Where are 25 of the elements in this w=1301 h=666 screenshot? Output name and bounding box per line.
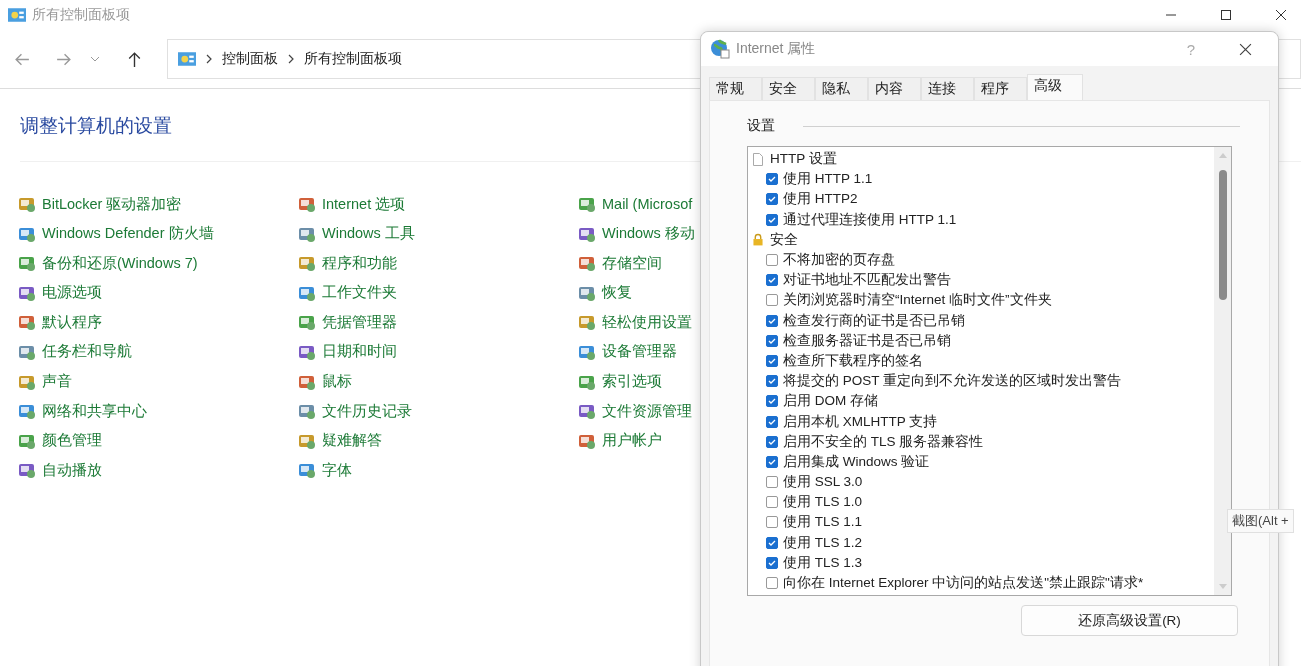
setting-label: 对证书地址不匹配发出警告 <box>783 271 951 290</box>
setting-label: 不将加密的页存盘 <box>783 251 895 270</box>
setting-label: 检查发行商的证书是否已吊销 <box>783 311 965 330</box>
setting-label: 使用 TLS 1.0 <box>783 493 863 512</box>
setting-label: 检查所下载程序的签名 <box>783 351 923 370</box>
setting-label: 启用 DOM 存储 <box>783 392 878 411</box>
setting-label: 检查服务器证书是否已吊销 <box>783 331 951 350</box>
setting-label: 将提交的 POST 重定向到不允许发送的区域时发出警告 <box>783 372 1121 391</box>
setting-label: 使用 TLS 1.1 <box>783 513 863 532</box>
setting-label: 启用本机 XMLHTTP 支持 <box>783 412 938 431</box>
setting-label: 启用不安全的 TLS 服务器兼容性 <box>783 432 984 451</box>
setting-label: 使用 SSL 3.0 <box>783 473 863 492</box>
dialog-title: Internet 属性 <box>736 40 816 58</box>
group-heading: 安全 <box>770 230 798 249</box>
setting-label: 关闭浏览器时清空“Internet 临时文件”文件夹 <box>783 291 1052 310</box>
setting-label: 使用 HTTP 1.1 <box>783 170 873 189</box>
group-label: 设置 <box>747 117 775 135</box>
setting-label: 通过代理连接使用 HTTP 1.1 <box>783 210 957 229</box>
setting-label: 启用集成 Windows 验证 <box>783 452 930 471</box>
setting-label: 使用 TLS 1.3 <box>783 553 863 572</box>
tooltip: 截图(Alt + <box>1227 509 1294 533</box>
setting-label: 使用 HTTP2 <box>783 190 858 209</box>
setting-label: 使用 TLS 1.2 <box>783 533 863 552</box>
setting-label: 向你在 Internet Explorer 中访问的站点发送"禁止跟踪"请求* <box>783 574 1144 593</box>
window-title: 所有控制面板项 <box>32 6 130 24</box>
